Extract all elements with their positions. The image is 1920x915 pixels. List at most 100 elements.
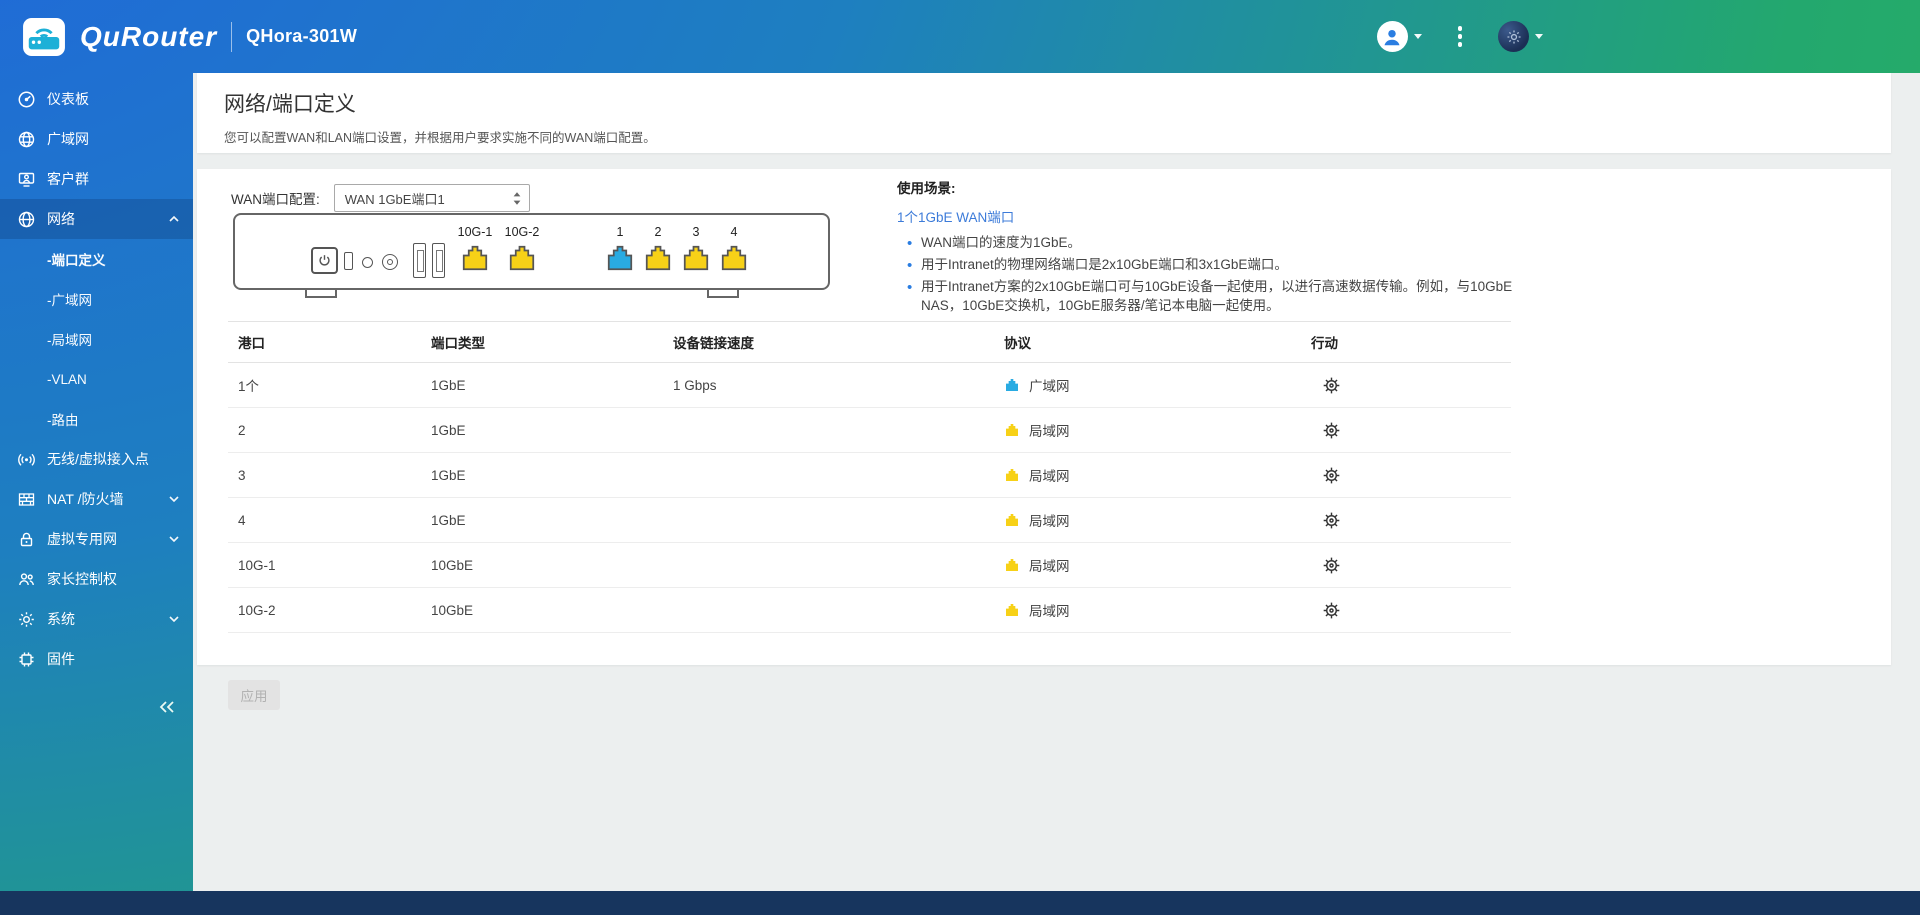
chip-icon	[16, 649, 36, 669]
sidebar-subitem-port-definition[interactable]: -端口定义	[0, 239, 193, 279]
select-arrows-icon	[512, 191, 522, 206]
gear-icon	[16, 609, 36, 629]
cell-link-speed	[663, 587, 994, 633]
page-header-panel: 网络/端口定义 您可以配置WAN和LAN端口设置，并根据用户要求实施不同的WAN…	[197, 73, 1891, 153]
sidebar-item-dashboard[interactable]: 仪表板	[0, 79, 193, 119]
gear-icon	[1323, 467, 1340, 483]
ports-table: 港口 端口类型 设备链接速度 协议 行动 1个 1GbE 1 Gbps 广域网 …	[228, 321, 1511, 633]
page-title: 网络/端口定义	[224, 93, 356, 116]
wireless-icon	[16, 449, 36, 469]
sidebar-subitem-vlan[interactable]: -VLAN	[0, 359, 193, 399]
col-header-action: 行动	[1301, 321, 1511, 363]
port-definition-panel: WAN端口配置: WAN 1GbE端口1 10G-1 10G-2 1 2 3 4…	[197, 169, 1891, 665]
page-description: 您可以配置WAN和LAN端口设置，并根据用户要求实施不同的WAN端口配置。	[224, 131, 656, 145]
table-header-row: 港口 端口类型 设备链接速度 协议 行动	[228, 321, 1511, 363]
router-diagram: 10G-1 10G-2 1 2 3 4	[233, 213, 833, 303]
power-jack-icon	[382, 254, 398, 270]
port-settings-button[interactable]	[1319, 373, 1344, 398]
usage-bullet: WAN端口的速度为1GbE。	[907, 233, 1527, 254]
dashboard-icon	[16, 89, 36, 109]
sidebar-item-parental-control[interactable]: 家长控制权	[0, 559, 193, 599]
port-settings-button[interactable]	[1319, 508, 1344, 533]
power-button-icon	[311, 247, 338, 274]
cell-port: 10G-2	[228, 587, 421, 633]
wan-port-selected-value: WAN 1GbE端口1	[344, 191, 445, 207]
sidebar-subitem-wan[interactable]: -广域网	[0, 279, 193, 319]
cell-port: 10G-1	[228, 542, 421, 588]
col-header-protocol: 协议	[994, 321, 1301, 363]
port-settings-button[interactable]	[1319, 598, 1344, 623]
chevron-down-icon	[168, 493, 180, 505]
cell-port: 2	[228, 407, 421, 453]
cell-protocol: 局域网	[1004, 510, 1301, 530]
gear-icon	[1323, 557, 1340, 573]
table-row: 2 1GbE 局域网	[228, 407, 1511, 453]
lan-port-icon	[1006, 469, 1018, 481]
sidebar-item-nat-firewall[interactable]: NAT /防火墙	[0, 479, 193, 519]
reset-hole-icon	[362, 257, 373, 268]
table-row: 10G-2 10GbE 局域网	[228, 587, 1511, 633]
lan-port-icon	[1006, 424, 1018, 436]
port-settings-button[interactable]	[1319, 463, 1344, 488]
diagram-label-1: 1	[616, 225, 624, 239]
clients-icon	[16, 169, 36, 189]
usb-port-icon	[413, 243, 426, 278]
diagram-label-2: 2	[654, 225, 662, 239]
cell-protocol: 局域网	[1004, 465, 1301, 485]
sidebar-collapse-button[interactable]	[151, 695, 183, 719]
table-row: 1个 1GbE 1 Gbps 广域网	[228, 362, 1511, 408]
apply-button[interactable]: 应用	[228, 680, 280, 710]
wan-config-row: WAN端口配置: WAN 1GbE端口1	[231, 184, 530, 212]
brand-area: QuRouter QHora-301W	[22, 17, 357, 57]
service-portal-button[interactable]	[1498, 21, 1543, 52]
brand-separator	[231, 21, 233, 52]
sidebar-item-network[interactable]: 网络	[0, 199, 193, 239]
reset-switch-icon	[344, 252, 353, 270]
sidebar-item-vpn[interactable]: 虚拟专用网	[0, 519, 193, 559]
qnap-router-logo-icon	[22, 17, 66, 57]
main-content: 网络/端口定义 您可以配置WAN和LAN端口设置，并根据用户要求实施不同的WAN…	[193, 73, 1920, 891]
chevron-down-icon	[168, 533, 180, 545]
usage-bullet: 用于Intranet方案的2x10GbE端口可与10GbE设备一起使用，以进行高…	[907, 277, 1527, 315]
sidebar-item-wan[interactable]: 广域网	[0, 119, 193, 159]
usage-bullet-list: WAN端口的速度为1GbE。 用于Intranet的物理网络端口是2x10GbE…	[897, 233, 1527, 316]
cell-protocol: 局域网	[1004, 555, 1301, 575]
network-globe-icon	[16, 209, 36, 229]
chevron-down-icon	[1535, 34, 1543, 39]
cell-port: 1个	[228, 362, 421, 408]
sidebar-item-system[interactable]: 系统	[0, 599, 193, 639]
port-settings-button[interactable]	[1319, 418, 1344, 443]
usage-scenario-panel: 使用场景: 1个1GbE WAN端口 WAN端口的速度为1GbE。 用于Intr…	[897, 177, 1527, 316]
sidebar-item-wireless[interactable]: 无线/虚拟接入点	[0, 439, 193, 479]
cell-port: 3	[228, 452, 421, 498]
cell-link-speed: 1 Gbps	[663, 362, 994, 408]
diagram-label-10g1: 10G-1	[457, 225, 493, 239]
diagram-label-10g2: 10G-2	[504, 225, 540, 239]
chevron-down-icon	[1413, 34, 1422, 39]
usage-subtitle: 1个1GbE WAN端口	[897, 210, 1015, 225]
diagram-foot	[305, 289, 337, 298]
sidebar-item-clients[interactable]: 客户群	[0, 159, 193, 199]
topbar-actions	[1376, 21, 1543, 52]
wan-port-icon	[1006, 379, 1018, 391]
cell-link-speed	[663, 407, 994, 453]
wan-port-select[interactable]: WAN 1GbE端口1	[333, 184, 530, 212]
chevron-down-icon	[168, 613, 180, 625]
cell-link-speed	[663, 452, 994, 498]
lan-port-icon	[1006, 604, 1018, 616]
cell-port-type: 1GbE	[421, 497, 663, 543]
cell-port-type: 1GbE	[421, 407, 663, 453]
port-settings-button[interactable]	[1319, 553, 1344, 578]
wan-globe-icon	[16, 129, 36, 149]
user-menu-button[interactable]	[1376, 21, 1422, 52]
sidebar-subitem-routing[interactable]: -路由	[0, 399, 193, 439]
col-header-port-type: 端口类型	[421, 321, 663, 363]
firewall-icon	[16, 489, 36, 509]
cell-protocol: 广域网	[1004, 375, 1301, 395]
more-options-button[interactable]	[1450, 22, 1471, 51]
sidebar-subitem-lan[interactable]: -局域网	[0, 319, 193, 359]
diagram-port-2	[643, 243, 673, 273]
diagram-label-3: 3	[692, 225, 700, 239]
sidebar-item-firmware[interactable]: 固件	[0, 639, 193, 679]
diagram-label-4: 4	[730, 225, 738, 239]
